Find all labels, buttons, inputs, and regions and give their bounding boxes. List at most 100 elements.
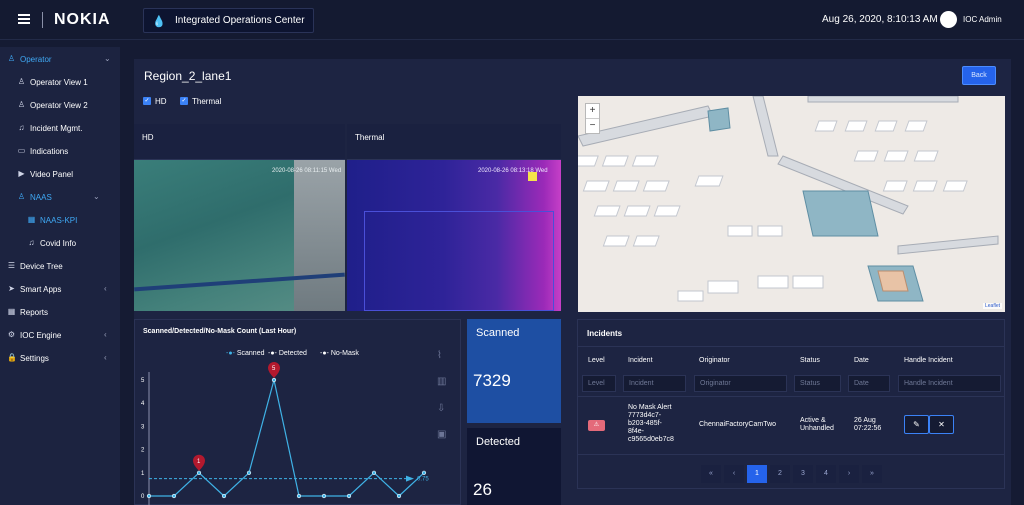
hd-camera-feed[interactable]: 2020-08-26 08:11:15 Wed [134,160,345,311]
map-zoom-control: + − [585,103,600,134]
card-icon: ▭ [17,146,26,155]
filter-originator-input[interactable]: Originator [694,375,787,392]
page-next-button[interactable]: › [839,465,859,483]
divider [42,12,43,28]
user-name[interactable]: IOC Admin [963,15,1002,24]
sidebar-item-label: Covid Info [40,239,77,248]
sidebar-item-label: Indications [30,147,69,156]
sidebar-item-label: NAAS-KPI [40,216,78,225]
zoom-out-button[interactable]: − [586,119,599,134]
lock-icon: 🔒 [7,353,17,362]
page-first-button[interactable]: « [701,465,721,483]
back-button[interactable]: Back [962,66,996,85]
page-1-button[interactable]: 1 [747,465,767,483]
page-prev-button[interactable]: ‹ [724,465,744,483]
detection-box [364,211,554,311]
scanned-point [196,470,202,475]
line-chart-icon[interactable]: ⌇ [437,350,442,361]
sidebar-item-device-tree[interactable]: ☰ Device Tree [0,255,120,277]
filter-level-input[interactable]: Level [582,375,616,392]
status-text: Unhandled [800,425,834,432]
page-3-button[interactable]: 3 [793,465,813,483]
sidebar-item-naas-kpi[interactable]: ▦ NAAS-KPI [0,209,120,231]
sidebar-item-reports[interactable]: ▦ Reports [0,301,120,323]
bar-chart-icon[interactable]: ▥ [437,376,446,387]
divider [578,454,1004,455]
chevron-down-icon: ⌄ [104,54,111,63]
floor-map[interactable] [578,96,1005,312]
sidebar-item-label: Video Panel [30,170,73,179]
sidebar-item-incident-mgmt[interactable]: ♫ Incident Mgmt. [0,117,120,139]
page-last-button[interactable]: » [862,465,882,483]
grid-icon: ▦ [7,307,16,316]
incident-text: b203-485f- [628,420,662,427]
thermal-camera-feed[interactable]: 2020-08-26 08:13:18 Wed [347,160,561,311]
scanned-point [246,470,252,475]
app-title: Integrated Operations Center [175,15,305,26]
sidebar-item-label: Reports [20,308,49,317]
sidebar-item-label: Operator View 1 [30,78,88,87]
brand-logo: NOKIA [54,11,111,28]
y-tick-label: 0 [141,494,145,500]
sidebar-item-covid-info[interactable]: ♫ Covid Info [0,232,120,254]
col-header-level[interactable]: Level [588,357,605,364]
avatar[interactable] [940,11,957,28]
col-header-originator[interactable]: Originator [699,357,730,364]
person-icon: ♙ [7,54,16,63]
incident-id-cell[interactable]: No Mask Alert 7773d4c7- b203-485f- 8f4e-… [628,404,674,444]
sidebar-item-ioc-engine[interactable]: ⚙ IOC Engine ‹ [0,324,120,346]
hotspot-marker [528,172,537,181]
page-2-button[interactable]: 2 [770,465,790,483]
sidebar-item-smart-apps[interactable]: ➤ Smart Apps ‹ [0,278,120,300]
sidebar-item-operator-view-1[interactable]: ♙ Operator View 1 [0,71,120,93]
sidebar-item-settings[interactable]: 🔒 Settings ‹ [0,347,120,369]
incident-text: No Mask Alert [628,404,672,411]
col-header-date[interactable]: Date [854,357,869,364]
dashboard-icon: ▦ [27,215,36,224]
divider [578,396,1004,397]
scanned-point [146,493,152,499]
scanned-point [296,493,302,499]
filter-handle-input[interactable]: Handle Incident [898,375,1001,392]
person-icon: ♙ [17,77,26,86]
scanned-point [396,493,402,499]
hd-timestamp: 2020-08-26 08:11:15 Wed [272,168,342,174]
col-header-handle-incident[interactable]: Handle Incident [904,357,953,364]
page-title: Region_2_lane1 [144,69,232,83]
zoom-in-button[interactable]: + [586,104,599,119]
droplets-icon: 💧 [152,16,166,28]
status-text: Active & [800,417,826,424]
hd-checkbox[interactable]: ✓ [143,97,151,105]
sidebar-item-naas[interactable]: ♙ NAAS ⌄ [0,186,120,208]
map-attribution[interactable]: Leaflet [983,303,1003,309]
sidebar-item-indications[interactable]: ▭ Indications [0,140,120,162]
download-icon[interactable]: ⇩ [437,403,445,414]
sidebar-item-operator-view-2[interactable]: ♙ Operator View 2 [0,94,120,116]
page-4-button[interactable]: 4 [816,465,836,483]
col-header-incident[interactable]: Incident [628,357,653,364]
app-title-box: 💧 Integrated Operations Center [143,8,314,33]
incident-text: 7773d4c7- [628,412,662,419]
filter-date-input[interactable]: Date [848,375,890,392]
edit-incident-button[interactable]: ✎ [904,415,929,434]
menu-icon[interactable] [18,14,30,24]
save-icon[interactable]: ▣ [437,429,446,440]
sidebar-item-operator[interactable]: ♙ Operator ⌄ [0,48,120,70]
close-incident-button[interactable]: ✕ [929,415,954,434]
filter-incident-input[interactable]: Incident [623,375,686,392]
filter-status-input[interactable]: Status [794,375,841,392]
col-header-status[interactable]: Status [800,357,820,364]
edit-icon: ✎ [913,420,920,429]
sidebar-item-video-panel[interactable]: ▶ Video Panel [0,163,120,185]
thermal-camera-title: Thermal [355,133,385,142]
sidebar-item-label: Operator [20,55,52,64]
floor-plan-drawing [578,96,999,302]
hd-checkbox-label: HD [155,97,167,106]
person-icon: ♙ [17,192,26,201]
thermal-checkbox[interactable]: ✓ [180,97,188,105]
scanned-point [346,493,352,499]
chevron-down-icon: ⌄ [93,192,100,201]
threshold-arrow [406,475,414,482]
date-text: 26 Aug [854,417,876,424]
incident-text: 8f4e- [628,428,644,435]
